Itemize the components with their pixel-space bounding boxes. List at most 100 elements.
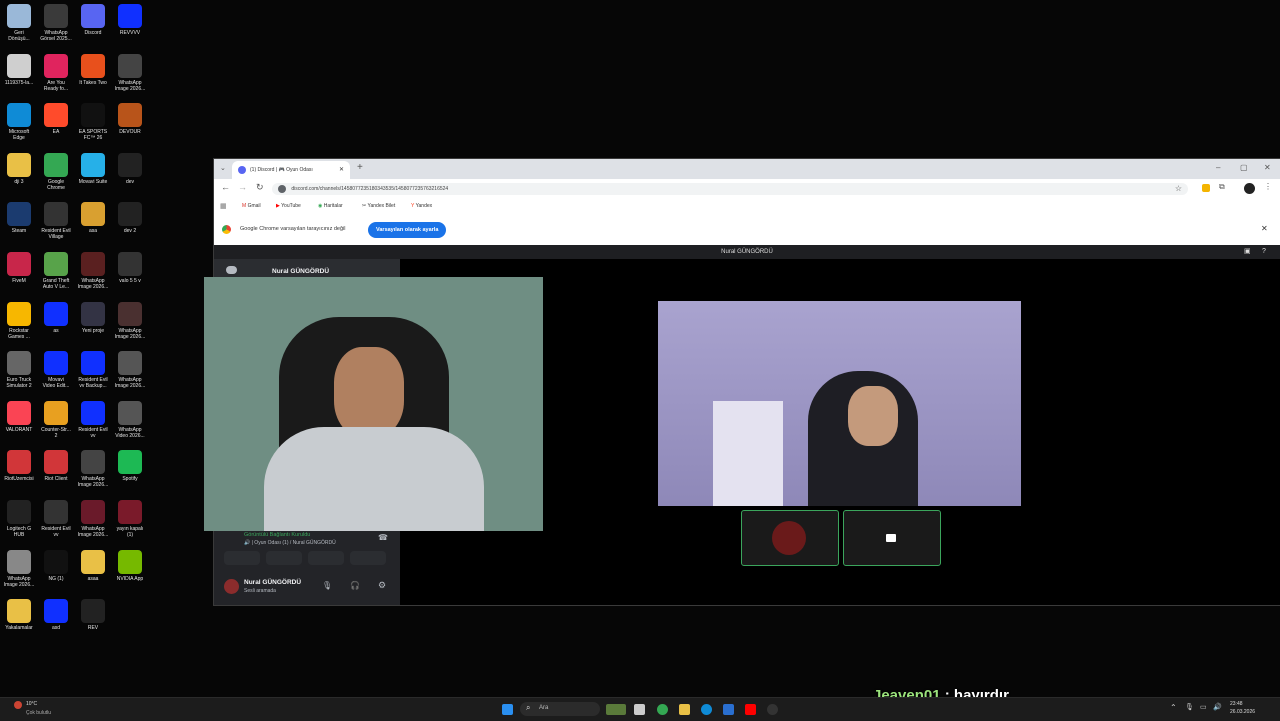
desktop-icon[interactable]: dji 3 — [0, 152, 38, 191]
obs-icon[interactable] — [767, 704, 778, 715]
desktop-icon[interactable]: Euro Truck Simulator 2 — [0, 351, 38, 389]
desktop-icon[interactable]: WhatsApp Görsel 2025... — [37, 4, 75, 42]
menu-icon[interactable]: ⋮ — [1264, 182, 1272, 191]
new-tab-button[interactable]: + — [357, 162, 363, 173]
explorer-icon[interactable] — [679, 704, 690, 715]
settings-gear-icon[interactable]: ⚙ — [378, 580, 386, 591]
tray-volume-icon[interactable]: 🔊 — [1213, 703, 1222, 711]
desktop-icon[interactable]: Grand Theft Auto V Le... — [37, 252, 75, 290]
desktop-icon[interactable]: Yakalamalar — [0, 599, 38, 637]
desktop-icon[interactable]: asa — [74, 202, 112, 240]
desktop-icon[interactable]: Logitech G HUB — [0, 500, 38, 538]
back-icon[interactable]: ← — [221, 182, 230, 192]
desktop-icon[interactable]: Riot Client — [37, 450, 75, 488]
desktop-icon[interactable]: WhatsApp Image 2026... — [111, 351, 149, 389]
tray-chevron-icon[interactable]: ⌃ — [1170, 703, 1177, 712]
camera-button[interactable] — [224, 551, 260, 565]
desktop-icon[interactable]: asd — [37, 599, 75, 637]
desktop-icon[interactable]: WhatsApp Image 2026... — [111, 53, 149, 92]
bookmark-yandex-bilet[interactable]: ✂ Yandex Bilet — [362, 203, 395, 209]
user-avatar[interactable] — [224, 579, 239, 594]
desktop-icon[interactable]: WhatsApp Image 2026... — [74, 500, 112, 538]
desktop-icon[interactable]: RiotUzemcisi — [0, 450, 38, 488]
set-default-button[interactable]: Varsayılan olarak ayarla — [368, 222, 447, 238]
minimize-button[interactable]: – — [1216, 163, 1220, 172]
store-icon[interactable] — [723, 704, 734, 715]
tab-close-icon[interactable]: ✕ — [339, 161, 344, 179]
microphone-icon[interactable]: 🎙 — [322, 581, 332, 590]
tray-mic-icon[interactable]: 🎙 — [1185, 703, 1194, 711]
desktop-icon[interactable]: WhatsApp Image 2026... — [0, 549, 38, 588]
start-icon[interactable] — [502, 704, 513, 715]
search-box[interactable]: ⌕ Ara — [520, 702, 600, 716]
address-bar[interactable]: discord.com/channels/1458077235180343535… — [272, 183, 1188, 195]
activities-button[interactable] — [308, 551, 344, 565]
desktop-icon[interactable]: Counter-Str... 2 — [37, 400, 75, 439]
maximize-button[interactable]: ▢ — [1240, 163, 1248, 172]
tab-discord[interactable]: (1) Discord | 🎮 Oyun Odası ✕ — [232, 161, 350, 179]
desktop-icon[interactable]: yayın kapalı (1) — [111, 500, 149, 538]
desktop-icon[interactable]: Google Chrome — [37, 152, 75, 191]
desktop-icon[interactable]: Microsoft Edge — [0, 103, 38, 141]
desktop-icon[interactable]: Geri Dönüşü... — [0, 4, 38, 42]
bookmark-star-icon[interactable]: ☆ — [1175, 183, 1182, 195]
clock-date[interactable]: 26.03.2026 — [1230, 709, 1255, 715]
desktop-icon[interactable]: Movavi Video Edit... — [37, 351, 75, 389]
tab-search-icon[interactable]: ⌄ — [220, 164, 226, 172]
bookmark-youtube[interactable]: ▶ YouTube — [276, 203, 301, 209]
desktop-icon[interactable]: as — [37, 301, 75, 340]
widgets-icon[interactable] — [606, 704, 626, 715]
desktop-icon[interactable]: EA SPORTS FC™ 26 — [74, 103, 112, 141]
disconnect-icon[interactable]: ☎ — [378, 533, 388, 542]
desktop-icon[interactable]: Discord — [74, 4, 112, 42]
tray-network-icon[interactable]: ▭ — [1200, 703, 1207, 711]
desktop-icon[interactable]: Resident Evil Village — [37, 202, 75, 240]
desktop-icon[interactable]: FiveM — [0, 252, 38, 290]
chrome-taskbar-icon[interactable] — [657, 704, 668, 715]
desktop-icon[interactable]: Spotify — [111, 450, 149, 488]
extensions-icon[interactable]: ⧉ — [1219, 182, 1225, 192]
bookmark-gmail[interactable]: M Gmail — [242, 203, 261, 209]
desktop-icon[interactable]: WhatsApp Image 2026... — [74, 252, 112, 290]
youtube-taskbar-icon[interactable] — [745, 704, 756, 715]
bookmark-yandex[interactable]: Y Yandex — [411, 203, 432, 209]
desktop-icon[interactable]: Resident Evil vv — [74, 400, 112, 439]
inbox-icon[interactable]: ▣ — [1244, 245, 1251, 259]
voice-channel[interactable]: 🔊 | Oyun Odası (1) / Nural GÜNGÖRDÜ — [244, 540, 336, 546]
desktop-icon[interactable]: valo 5 5 v — [111, 252, 149, 290]
desktop-icon[interactable]: EA — [37, 103, 75, 141]
participant-tile-avatar[interactable] — [741, 510, 839, 566]
desktop-icon[interactable]: Yeni proje — [74, 301, 112, 340]
desktop-icon[interactable]: WhatsApp Image 2026... — [74, 450, 112, 488]
edge-icon[interactable] — [701, 704, 712, 715]
screen-share-button[interactable] — [266, 551, 302, 565]
desktop-icon[interactable]: NVIDIA App — [111, 549, 149, 588]
desktop-icon[interactable]: DEVOUR — [111, 103, 149, 141]
desktop-icon[interactable]: It Takes Two — [74, 53, 112, 92]
forward-icon[interactable]: → — [238, 182, 247, 192]
desktop-icon[interactable]: dev — [111, 152, 149, 191]
site-info-icon[interactable] — [278, 185, 286, 193]
desktop-icon[interactable]: REVVVV — [111, 4, 149, 42]
reload-icon[interactable]: ↻ — [256, 182, 264, 193]
desktop-icon[interactable]: WhatsApp Image 2026... — [111, 301, 149, 340]
soundboard-button[interactable] — [350, 551, 386, 565]
clock-time[interactable]: 23:48 — [1230, 701, 1243, 707]
desktop-icon[interactable]: WhatsApp Video 2026... — [111, 400, 149, 439]
desktop-icon[interactable]: Are You Ready fo... — [37, 53, 75, 92]
weather-icon[interactable] — [14, 701, 22, 709]
bookmark-maps[interactable]: ◉ Haritalar — [318, 203, 343, 209]
apps-icon[interactable]: ▦ — [220, 202, 227, 210]
desktop-icon[interactable]: VALORANT — [0, 400, 38, 439]
profile-avatar[interactable] — [1244, 183, 1255, 194]
desktop-icon[interactable]: 1119375-la... — [0, 53, 38, 92]
desktop-icon[interactable]: REV — [74, 599, 112, 637]
infobar-close-icon[interactable]: ✕ — [1261, 224, 1268, 233]
help-icon[interactable]: ? — [1262, 245, 1266, 259]
task-view-icon[interactable] — [634, 704, 645, 715]
desktop-icon[interactable]: Resident Evil vv — [37, 500, 75, 538]
headphones-icon[interactable]: 🎧 — [350, 581, 360, 590]
desktop-icon[interactable]: asaa — [74, 549, 112, 588]
desktop-icon[interactable]: Steam — [0, 202, 38, 240]
participant-tile-camera[interactable] — [843, 510, 941, 566]
